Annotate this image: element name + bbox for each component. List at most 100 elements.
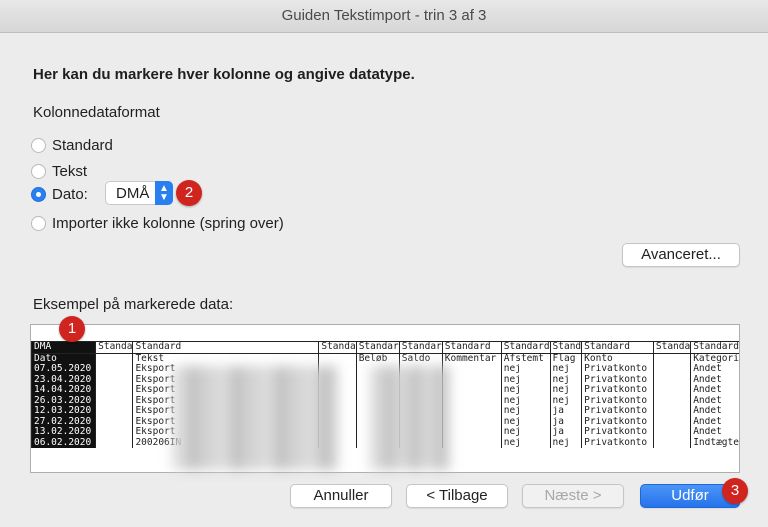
preview-header-cell[interactable]: Stand (549, 341, 582, 354)
preview-cell (95, 416, 133, 427)
preview-cell: Andet (690, 374, 739, 385)
preview-cell: nej (500, 374, 551, 385)
preview-cell (441, 395, 502, 406)
preview-cell: Andet (690, 385, 739, 396)
step-badge-1: 1 (59, 316, 85, 342)
preview-cell: Privatkonto (581, 416, 654, 427)
radio-text-label: Tekst (52, 162, 88, 180)
preview-cell (652, 416, 691, 427)
radio-standard-label: Standard (52, 136, 113, 154)
preview-header-cell[interactable]: Standard (132, 341, 319, 354)
preview-cell: Andet (690, 395, 739, 406)
radio-skip-label: Importer ikke kolonne (spring over) (52, 214, 284, 232)
radio-text[interactable]: Tekst (31, 161, 87, 181)
preview-cell: 06.02.2020 (31, 437, 96, 448)
step-badge-2: 2 (176, 180, 202, 206)
step-badge-3: 3 (722, 478, 748, 504)
preview-cell (652, 353, 691, 364)
preview-cell: 26.03.2020 (31, 395, 96, 406)
preview-cell: Afstemt (500, 353, 551, 364)
preview-cell (441, 416, 502, 427)
preview-cell (95, 406, 133, 417)
preview-header-cell[interactable]: DMÅ (31, 341, 96, 354)
preview-cell: Andet (690, 416, 739, 427)
preview-cell: Saldo (398, 353, 443, 364)
preview-header-row: DMÅ Standa Standard Standa Standar Stand… (31, 341, 739, 354)
next-button[interactable]: Næste > (522, 484, 624, 508)
preview-cell (652, 395, 691, 406)
preview-cell (95, 437, 133, 448)
redacted-area (370, 366, 450, 470)
preview-cell: Privatkonto (581, 437, 654, 448)
preview-cell (441, 385, 502, 396)
preview-cell: Kommentar (441, 353, 502, 364)
preview-cell: nej (500, 364, 551, 375)
preview-header-cell[interactable]: Standa (318, 341, 357, 354)
preview-cell (441, 374, 502, 385)
cancel-button[interactable]: Annuller (290, 484, 392, 508)
window-title: Guiden Tekstimport - trin 3 af 3 (281, 7, 487, 24)
preview-cell: nej (549, 395, 582, 406)
preview-cell (441, 437, 502, 448)
preview-cell: 07.05.2020 (31, 364, 96, 375)
column-format-label: Kolonnedataformat (33, 104, 160, 121)
preview-cell (95, 385, 133, 396)
preview-cell: Konto (581, 353, 654, 364)
preview-cell (652, 427, 691, 438)
radio-date-button[interactable] (31, 186, 46, 202)
preview-cell: nej (549, 385, 582, 396)
preview-header-cell[interactable]: Standard (500, 341, 551, 354)
preview-cell: Andet (690, 406, 739, 417)
preview-cell: Tekst (132, 353, 319, 364)
preview-cell: nej (500, 427, 551, 438)
preview-cell: nej (500, 437, 551, 448)
page-heading: Her kan du markere hver kolonne og angiv… (33, 66, 415, 83)
advanced-button[interactable]: Avanceret... (622, 243, 740, 267)
preview-cell: ja (549, 406, 582, 417)
preview-header-cell[interactable]: Standard (441, 341, 502, 354)
preview-cell: Privatkonto (581, 374, 654, 385)
preview-cell (441, 427, 502, 438)
preview-header-cell[interactable]: Standar (355, 341, 400, 354)
preview-label: Eksempel på markerede data: (33, 296, 234, 313)
preview-cell: Dato (31, 353, 96, 364)
preview-cell (95, 353, 133, 364)
preview-cell: nej (549, 364, 582, 375)
preview-cell (652, 437, 691, 448)
radio-text-button[interactable] (31, 163, 46, 179)
preview-cell: Privatkonto (581, 406, 654, 417)
preview-cell (95, 427, 133, 438)
preview-cell: ja (549, 427, 582, 438)
preview-header-cell[interactable]: Standard (581, 341, 654, 354)
preview-cell: Privatkonto (581, 364, 654, 375)
preview-cell: Beløb (355, 353, 400, 364)
preview-cell: nej (500, 385, 551, 396)
redacted-area (172, 366, 338, 470)
preview-cell: Privatkonto (581, 385, 654, 396)
preview-cell (441, 406, 502, 417)
radio-skip-column[interactable]: Importer ikke kolonne (spring over) (31, 213, 284, 233)
preview-cell: Flag (549, 353, 582, 364)
radio-skip-button[interactable] (31, 215, 46, 231)
preview-header-cell[interactable]: Standa (652, 341, 691, 354)
preview-cell: ja (549, 416, 582, 427)
preview-cell (95, 395, 133, 406)
chevron-updown-icon: ▲ ▼ (155, 181, 173, 205)
radio-standard[interactable]: Standard (31, 135, 113, 155)
back-button[interactable]: < Tilbage (406, 484, 508, 508)
preview-cell (652, 364, 691, 375)
preview-cell (652, 406, 691, 417)
preview-cell: nej (500, 416, 551, 427)
preview-cell: 13.02.2020 (31, 427, 96, 438)
preview-row: Dato Tekst Beløb Saldo Kommentar Afstemt Flag K… (31, 353, 739, 364)
date-format-select[interactable]: DMÅ ▲ ▼ (105, 181, 173, 205)
preview-header-cell[interactable]: Standard (690, 341, 739, 354)
preview-cell (652, 385, 691, 396)
preview-header-cell[interactable]: Standar (398, 341, 443, 354)
preview-cell: 23.04.2020 (31, 374, 96, 385)
radio-date[interactable]: Dato: (31, 184, 88, 204)
preview-header-cell[interactable]: Standa (95, 341, 133, 354)
preview-cell: Privatkonto (581, 427, 654, 438)
radio-standard-button[interactable] (31, 137, 46, 153)
preview-cell (441, 364, 502, 375)
